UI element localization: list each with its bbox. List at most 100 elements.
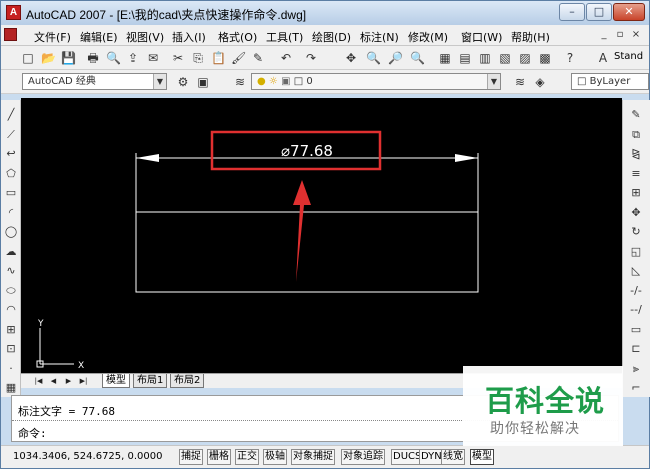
coordinate-readout[interactable]: 1034.3406, 524.6725, 0.0000 xyxy=(13,451,163,462)
make-block-icon[interactable]: ⊡ xyxy=(4,342,18,356)
print-icon[interactable]: 🖶 xyxy=(86,51,100,65)
save-icon[interactable]: 💾 xyxy=(61,51,76,65)
block-editor-icon[interactable]: ✎ xyxy=(251,51,265,65)
arc-icon[interactable]: ◜ xyxy=(4,206,18,220)
workspace-settings-icon[interactable]: ⚙ xyxy=(176,75,190,89)
tool-palettes-icon[interactable]: ▥ xyxy=(478,51,492,65)
make-current-layer-icon[interactable]: ≋ xyxy=(513,75,527,89)
close-button[interactable]: ✕ xyxy=(613,3,645,21)
new-icon[interactable]: □ xyxy=(21,51,35,65)
insert-block-icon[interactable]: ⊞ xyxy=(4,323,18,337)
document-icon[interactable] xyxy=(4,28,17,41)
hatch-icon[interactable]: ▦ xyxy=(4,381,18,395)
ortho-toggle[interactable]: 正交 xyxy=(235,449,259,465)
copy-icon[interactable]: ⎘ xyxy=(191,51,205,65)
chamfer-icon[interactable]: ⫸ xyxy=(629,362,643,376)
tab-layout2[interactable]: 布局2 xyxy=(170,374,205,388)
text-style-value[interactable]: Stand xyxy=(614,51,643,62)
first-tab-button[interactable]: |◀ xyxy=(33,376,44,387)
command-prompt[interactable]: 命令: xyxy=(18,425,47,441)
menu-tools[interactable]: 工具(T) xyxy=(266,29,303,45)
workspace-dropdown[interactable]: AutoCAD 经典 ▼ xyxy=(22,73,167,90)
polyline-icon[interactable]: ↩ xyxy=(4,147,18,161)
next-tab-button[interactable]: ▶ xyxy=(63,376,74,387)
text-style-icon[interactable]: A xyxy=(596,51,610,65)
print-preview-icon[interactable]: 🔍 xyxy=(106,51,121,65)
fillet-icon[interactable]: ⌐ xyxy=(629,381,643,395)
menu-edit[interactable]: 编辑(E) xyxy=(80,29,118,45)
lineweight-toggle[interactable]: 线宽 xyxy=(441,449,465,465)
paste-icon[interactable]: 📋 xyxy=(211,51,226,65)
layer-manager-icon[interactable]: ≋ xyxy=(233,75,247,89)
color-dropdown[interactable]: □ ByLayer xyxy=(571,73,649,90)
copy-object-icon[interactable]: ⧉ xyxy=(629,128,643,142)
open-icon[interactable]: 📂 xyxy=(41,51,56,65)
grid-toggle[interactable]: 栅格 xyxy=(207,449,231,465)
cut-icon[interactable]: ✂ xyxy=(171,51,185,65)
extend-icon[interactable]: --/ xyxy=(629,303,643,317)
menu-view[interactable]: 视图(V) xyxy=(126,29,164,45)
mirror-icon[interactable]: ⧎ xyxy=(629,147,643,161)
spline-icon[interactable]: ∿ xyxy=(4,264,18,278)
help-icon[interactable]: ? xyxy=(563,51,577,65)
line-icon[interactable]: ╱ xyxy=(4,108,18,122)
my-workspace-icon[interactable]: ▣ xyxy=(196,75,210,89)
previous-tab-button[interactable]: ◀ xyxy=(48,376,59,387)
redo-icon[interactable]: ↷ xyxy=(304,51,318,65)
markup-icon[interactable]: ▨ xyxy=(518,51,532,65)
zoom-realtime-icon[interactable]: 🔍 xyxy=(366,51,381,65)
zoom-window-icon[interactable]: 🔎 xyxy=(388,51,403,65)
tab-model[interactable]: 模型 xyxy=(102,374,130,388)
menu-file[interactable]: 文件(F) xyxy=(34,29,71,45)
rotate-icon[interactable]: ↻ xyxy=(629,225,643,239)
layer-previous-icon[interactable]: ◈ xyxy=(533,75,547,89)
document-minimize-button[interactable]: _ xyxy=(597,29,611,42)
menu-draw[interactable]: 绘图(D) xyxy=(312,29,351,45)
ellipse-arc-icon[interactable]: ◠ xyxy=(4,303,18,317)
revision-cloud-icon[interactable]: ☁ xyxy=(4,245,18,259)
trim-icon[interactable]: -/- xyxy=(629,284,643,298)
scale-icon[interactable]: ◱ xyxy=(629,245,643,259)
maximize-button[interactable]: □ xyxy=(586,3,612,21)
rectangle-icon[interactable]: ▭ xyxy=(4,186,18,200)
document-close-button[interactable]: × xyxy=(629,29,643,42)
snap-toggle[interactable]: 捕捉 xyxy=(179,449,203,465)
sheet-set-icon[interactable]: ▧ xyxy=(498,51,512,65)
polar-toggle[interactable]: 极轴 xyxy=(263,449,287,465)
osnap-toggle[interactable]: 对象捕捉 xyxy=(291,449,335,465)
menu-help[interactable]: 帮助(H) xyxy=(511,29,550,45)
erase-icon[interactable]: ✎ xyxy=(629,108,643,122)
calculator-icon[interactable]: ▩ xyxy=(538,51,552,65)
layer-dropdown[interactable]: ● ☼ ▣ □ 0 ▼ xyxy=(251,73,501,90)
design-center-icon[interactable]: ▤ xyxy=(458,51,472,65)
pan-icon[interactable]: ✥ xyxy=(344,51,358,65)
document-restore-button[interactable]: ▫ xyxy=(613,29,627,42)
array-icon[interactable]: ⊞ xyxy=(629,186,643,200)
menu-modify[interactable]: 修改(M) xyxy=(408,29,448,45)
offset-icon[interactable]: ≡ xyxy=(629,167,643,181)
match-properties-icon[interactable]: 🖌 xyxy=(231,51,246,65)
model-space-toggle[interactable]: 模型 xyxy=(470,449,494,465)
otrack-toggle[interactable]: 对象追踪 xyxy=(341,449,385,465)
menu-format[interactable]: 格式(O) xyxy=(218,29,257,45)
last-tab-button[interactable]: ▶| xyxy=(78,376,89,387)
point-icon[interactable]: · xyxy=(4,362,18,376)
plot-icon[interactable]: ✉ xyxy=(146,51,160,65)
tab-layout1[interactable]: 布局1 xyxy=(133,374,168,388)
break-icon[interactable]: ▭ xyxy=(629,323,643,337)
join-icon[interactable]: ⊏ xyxy=(629,342,643,356)
menu-insert[interactable]: 插入(I) xyxy=(172,29,206,45)
stretch-icon[interactable]: ◺ xyxy=(629,264,643,278)
construction-line-icon[interactable]: ⟋ xyxy=(4,128,18,142)
zoom-previous-icon[interactable]: 🔍 xyxy=(410,51,425,65)
polygon-icon[interactable]: ⬠ xyxy=(4,167,18,181)
menu-window[interactable]: 窗口(W) xyxy=(461,29,502,45)
autocad-app-icon[interactable]: A xyxy=(6,5,21,20)
properties-icon[interactable]: ▦ xyxy=(438,51,452,65)
drawing-canvas[interactable]: ⌀77.68 Y X xyxy=(21,98,622,373)
ellipse-icon[interactable]: ⬭ xyxy=(4,284,18,298)
publish-icon[interactable]: ⇪ xyxy=(126,51,140,65)
undo-icon[interactable]: ↶ xyxy=(279,51,293,65)
menu-dimension[interactable]: 标注(N) xyxy=(360,29,399,45)
circle-icon[interactable]: ◯ xyxy=(4,225,18,239)
